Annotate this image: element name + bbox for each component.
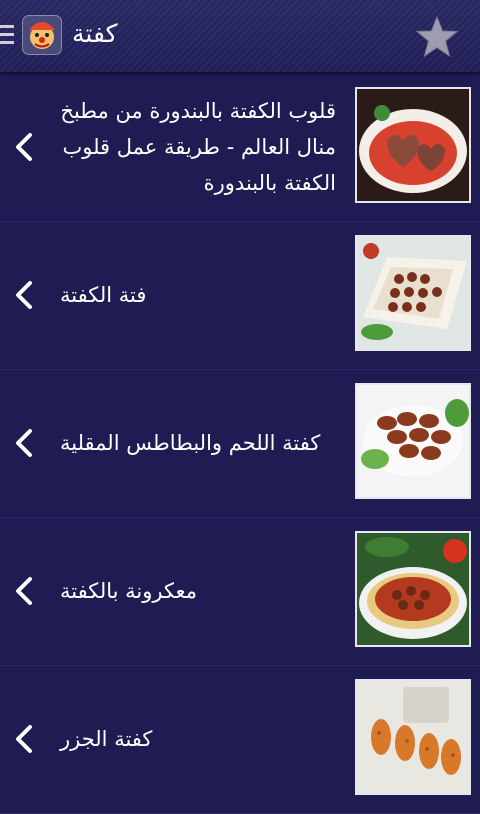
- action-bar: كفتة: [0, 0, 480, 72]
- list-item[interactable]: كفتة اللحم والبطاطس المقلية: [0, 370, 480, 518]
- recipe-thumbnail: [355, 679, 471, 795]
- recipe-thumbnail: [355, 87, 471, 203]
- recipe-title: كفتة اللحم والبطاطس المقلية: [60, 431, 321, 455]
- chevron-left-icon[interactable]: [12, 575, 36, 607]
- screen-title: كفتة: [72, 19, 118, 48]
- overflow-menu-icon[interactable]: [0, 25, 16, 47]
- recipe-title: معكرونة بالكفتة: [60, 579, 197, 603]
- app-icon[interactable]: [22, 15, 62, 55]
- recipe-list: قلوب الكفتة بالبندورة من مطبخ منال العال…: [0, 74, 480, 814]
- clown-face-icon: [29, 22, 55, 49]
- recipe-title: فتة الكفتة: [60, 283, 147, 307]
- list-item[interactable]: كفتة الجزر: [0, 666, 480, 814]
- star-icon: [415, 15, 459, 58]
- recipe-title: قلوب الكفتة بالبندورة من مطبخ منال العال…: [60, 99, 336, 195]
- chevron-left-icon[interactable]: [12, 131, 36, 163]
- recipe-thumbnail: [355, 531, 471, 647]
- favorite-star-button[interactable]: [414, 14, 460, 60]
- recipe-title: كفتة الجزر: [60, 727, 153, 751]
- list-item[interactable]: فتة الكفتة: [0, 222, 480, 370]
- chevron-left-icon[interactable]: [12, 723, 36, 755]
- recipe-thumbnail: [355, 383, 471, 499]
- list-item[interactable]: قلوب الكفتة بالبندورة من مطبخ منال العال…: [0, 74, 480, 222]
- recipe-thumbnail: [355, 235, 471, 351]
- list-item[interactable]: معكرونة بالكفتة: [0, 518, 480, 666]
- chevron-left-icon[interactable]: [12, 279, 36, 311]
- chevron-left-icon[interactable]: [12, 427, 36, 459]
